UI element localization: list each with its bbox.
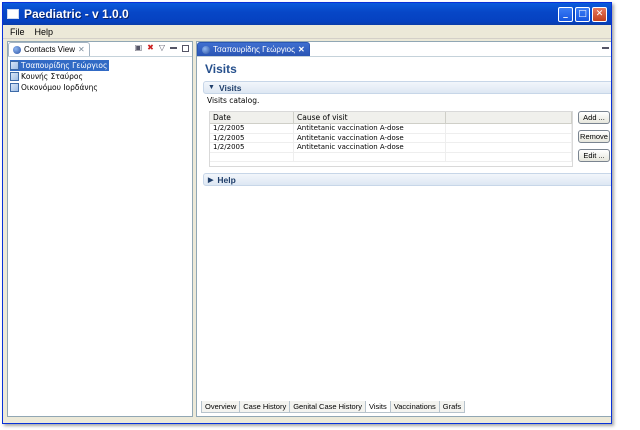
edit-visit-button[interactable]: Edit ...	[578, 149, 610, 162]
menu-file[interactable]: File	[5, 27, 30, 37]
tab-vaccinations[interactable]: Vaccinations	[389, 401, 440, 413]
contact-name: Τσαπουρίδης Γεώργιος	[21, 61, 108, 70]
contacts-tree: Τσαπουρίδης Γεώργιος Κουνής Σταύρος Οικο…	[8, 57, 192, 96]
visits-description: Visits catalog.	[207, 96, 260, 105]
maximize-view-icon[interactable]	[182, 44, 189, 52]
view-menu-icon[interactable]: ▽	[159, 44, 165, 52]
column-cause[interactable]: Cause of visit	[294, 112, 446, 123]
help-section-title: Help	[217, 174, 236, 185]
contacts-view: Contacts View ✕ ▣ ✖ ▽ Τσαπουρίδης Γεώργι…	[7, 41, 193, 417]
triangle-down-icon[interactable]: ▼	[208, 84, 215, 91]
visits-table[interactable]: Date Cause of visit 1/2/2005 Antitetanic…	[209, 111, 573, 167]
visit-cause: Antitetanic vaccination A-dose	[294, 133, 446, 142]
editor-tabbar: Τσαπουρίδης Γεώργιος ✕	[197, 42, 611, 57]
maximize-button[interactable]: □	[575, 6, 590, 22]
visit-cause: Antitetanic vaccination A-dose	[294, 143, 446, 152]
minimize-view-icon[interactable]	[170, 47, 177, 49]
title-bar[interactable]: Paediatric - v 1.0.0 _ □ ✕	[3, 3, 611, 25]
delete-contact-icon[interactable]: ✖	[147, 44, 154, 52]
minimize-editor-icon[interactable]	[602, 46, 609, 49]
visit-date: 1/2/2005	[210, 143, 294, 152]
contact-item[interactable]: Τσαπουρίδης Γεώργιος	[10, 60, 110, 71]
table-row[interactable]: 1/2/2005 Antitetanic vaccination A-dose	[210, 143, 572, 153]
table-row[interactable]: 1/2/2005 Antitetanic vaccination A-dose	[210, 124, 572, 134]
contact-item[interactable]: Οικονόμου Ιορδάνης	[10, 82, 100, 93]
contact-icon	[10, 61, 19, 70]
visit-date: 1/2/2005	[210, 133, 294, 142]
window-title: Paediatric - v 1.0.0	[24, 7, 129, 21]
help-section-header[interactable]: ▶ Help	[203, 173, 611, 186]
contact-item[interactable]: Κουνής Σταύρος	[10, 71, 85, 82]
column-empty	[446, 112, 572, 123]
close-icon[interactable]: ✕	[298, 45, 305, 54]
minimize-button[interactable]: _	[558, 6, 573, 22]
visits-section-header[interactable]: ▼ Visits	[203, 81, 611, 94]
contacts-view-tab-label: Contacts View	[24, 45, 75, 54]
tab-contact-editor[interactable]: Τσαπουρίδης Γεώργιος ✕	[197, 42, 310, 56]
tab-case-history[interactable]: Case History	[239, 401, 291, 413]
table-header: Date Cause of visit	[210, 112, 572, 124]
form-title: Visits	[205, 62, 237, 76]
contacts-view-tabbar: Contacts View ✕ ▣ ✖ ▽	[8, 42, 192, 57]
column-date[interactable]: Date	[210, 112, 294, 123]
globe-icon	[202, 45, 210, 54]
remove-visit-button[interactable]: Remove	[578, 130, 610, 143]
app-window: Paediatric - v 1.0.0 _ □ ✕ File Help Con…	[2, 2, 612, 424]
contact-editor: Τσαπουρίδης Γεώργιος ✕ Visits ▼ Visits V…	[196, 41, 611, 417]
collapse-all-icon[interactable]: ▣	[135, 44, 143, 52]
visits-body: Date Cause of visit 1/2/2005 Antitetanic…	[197, 109, 611, 171]
triangle-right-icon[interactable]: ▶	[208, 176, 213, 184]
app-window-icon	[7, 9, 19, 19]
tab-visits[interactable]: Visits	[364, 401, 391, 413]
contact-icon	[10, 72, 19, 81]
editor-tab-label: Τσαπουρίδης Γεώργιος	[213, 45, 295, 54]
tab-overview[interactable]: Overview	[201, 401, 241, 413]
table-row-empty	[210, 152, 572, 162]
tab-grafs[interactable]: Grafs	[438, 401, 466, 413]
add-visit-button[interactable]: Add ...	[578, 111, 610, 124]
visits-section-title: Visits	[218, 82, 242, 93]
tab-genital-case-history[interactable]: Genital Case History	[289, 401, 366, 413]
visit-date: 1/2/2005	[210, 124, 294, 133]
tab-contacts-view[interactable]: Contacts View ✕	[8, 42, 90, 56]
editor-toolbar	[602, 44, 611, 51]
menu-bar: File Help	[3, 25, 611, 39]
editor-page-tabs: Overview Case History Genital Case Histo…	[201, 401, 466, 413]
table-row[interactable]: 1/2/2005 Antitetanic vaccination A-dose	[210, 133, 572, 143]
contact-name: Οικονόμου Ιορδάνης	[21, 83, 98, 92]
menu-help[interactable]: Help	[30, 27, 59, 37]
contact-name: Κουνής Σταύρος	[21, 72, 83, 81]
close-window-button[interactable]: ✕	[592, 6, 607, 22]
contacts-view-toolbar: ▣ ✖ ▽	[135, 44, 189, 52]
contact-icon	[10, 83, 19, 92]
globe-icon	[13, 45, 21, 54]
visit-cause: Antitetanic vaccination A-dose	[294, 124, 446, 133]
close-icon[interactable]: ✕	[78, 45, 85, 54]
